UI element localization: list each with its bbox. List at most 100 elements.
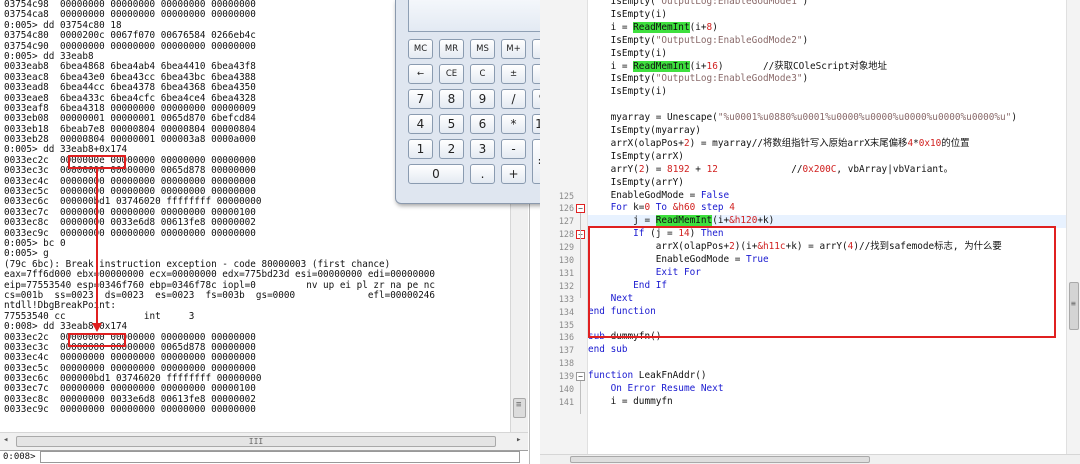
command-input[interactable]	[39, 451, 520, 463]
fold-guide	[580, 239, 581, 285]
fold-toggle-icon[interactable]: −	[576, 372, 585, 382]
line-number	[540, 125, 574, 138]
code-line[interactable]: On Error Resume Next	[588, 383, 1066, 396]
code-line[interactable]: myarray = Unescape("%u0001%u0880%u0001%u…	[588, 112, 1066, 125]
calc-button-1[interactable]: 1	[408, 139, 433, 159]
calculator-display: 0	[408, 0, 561, 32]
calc-button-3[interactable]: 3	[470, 139, 495, 159]
calc-button-ms[interactable]: MS	[470, 39, 495, 59]
scroll-left-icon[interactable]: ◂	[3, 435, 8, 445]
code-line[interactable]: IsEmpty("OutputLog:EnableGodMode1")	[588, 0, 1066, 9]
code-line[interactable]: For k=0 To &h60 step 4	[588, 202, 1066, 215]
command-prompt: 0:008>	[3, 452, 36, 462]
debugger-output-line: 0033ec9c 00000000 00000000 00000000 0000…	[4, 404, 256, 416]
calc-button-mr[interactable]: MR	[439, 39, 464, 59]
calc-button-0[interactable]: 0	[408, 164, 464, 184]
line-number	[540, 164, 574, 177]
line-number	[540, 61, 574, 74]
calc-button-divide[interactable]: /	[501, 89, 526, 109]
calc-button-4[interactable]: 4	[408, 114, 433, 134]
calc-button-plus[interactable]: +	[501, 164, 526, 184]
scrollbar-thumb[interactable]	[570, 456, 870, 463]
calc-button-minus[interactable]: -	[501, 139, 526, 159]
scroll-right-icon[interactable]: ▸	[516, 435, 521, 445]
code-line[interactable]: end sub	[588, 344, 1066, 357]
code-line[interactable]: i = dummyfn	[588, 396, 1066, 409]
line-number	[540, 151, 574, 164]
line-number: 132	[558, 280, 574, 291]
annotation-box-before	[68, 155, 126, 169]
calc-button-5[interactable]: 5	[439, 114, 464, 134]
code-line[interactable]: i = ReadMemInt(i+16) //获取COleScript对象地址	[588, 60, 1066, 74]
calc-button-ce[interactable]: CE	[439, 64, 464, 84]
code-line[interactable]	[588, 99, 1066, 112]
code-line[interactable]: i = ReadMemInt(i+8)	[588, 21, 1066, 35]
line-number: 131	[558, 267, 574, 278]
fold-toggle-icon[interactable]: −	[576, 204, 585, 214]
line-number: 141	[558, 396, 574, 407]
code-line[interactable]: IsEmpty(i)	[588, 86, 1066, 99]
calc-button-9[interactable]: 9	[470, 89, 495, 109]
code-line[interactable]: EnableGodMode = False	[588, 190, 1066, 203]
fold-guide	[580, 381, 581, 414]
line-number: 128	[558, 229, 574, 240]
line-number	[540, 48, 574, 61]
line-number: 126	[558, 203, 574, 214]
editor-vertical-scrollbar[interactable]	[1066, 0, 1080, 454]
debugger-output-line: eax=7ff6d000 ebx=00000000 ecx=00000000 e…	[4, 269, 435, 281]
calc-button-negate[interactable]: ±	[501, 64, 526, 84]
code-line[interactable]: IsEmpty("OutputLog:EnableGodMode3")	[588, 73, 1066, 86]
calc-button-6[interactable]: 6	[470, 114, 495, 134]
line-number: 127	[558, 216, 574, 227]
line-number	[540, 86, 574, 99]
code-line[interactable]: arrY(2) = 8192 + 12 //0x200C, vbArray|vb…	[588, 164, 1066, 177]
line-number: 133	[558, 293, 574, 304]
scrollbar-thumb[interactable]	[513, 398, 526, 418]
annotation-box-for-loop	[588, 226, 1056, 338]
calc-button-backspace[interactable]: ←	[408, 64, 433, 84]
debugger-output-line: 0:005> bc 0	[4, 237, 66, 249]
debugger-output-line: 0:008> dd 33eab8+0x174	[4, 321, 128, 333]
code-line[interactable]: IsEmpty(arrY)	[588, 177, 1066, 190]
debugger-horizontal-scrollbar[interactable]: ◂ III ▸	[0, 432, 528, 450]
debugger-output-line: 0033ec9c 00000000 00000000 00000000 0000…	[4, 227, 256, 239]
line-number-gutter: 125126−127128−12913013113213313413513613…	[540, 0, 588, 454]
line-number: 135	[558, 319, 574, 330]
line-number: 140	[558, 384, 574, 394]
line-number	[540, 112, 574, 125]
code-line[interactable]: arrX(olapPos+2) = myarray//将数组指针写入原始arrX…	[588, 138, 1066, 151]
line-number: 125	[558, 190, 574, 201]
code-line[interactable]: function LeakFnAddr()	[588, 370, 1066, 383]
line-number	[540, 22, 574, 35]
editor-horizontal-scrollbar[interactable]	[540, 454, 1080, 464]
scrollbar-thumb[interactable]: III	[16, 436, 496, 447]
line-number	[540, 0, 574, 9]
calc-button-8[interactable]: 8	[439, 89, 464, 109]
code-line[interactable]: IsEmpty(i)	[588, 48, 1066, 61]
code-line[interactable]: IsEmpty(arrX)	[588, 151, 1066, 164]
code-line[interactable]: IsEmpty(myarray)	[588, 125, 1066, 138]
calc-button-7[interactable]: 7	[408, 89, 433, 109]
line-number	[540, 35, 574, 48]
code-line[interactable]: IsEmpty(i)	[588, 9, 1066, 22]
calc-button-mc[interactable]: MC	[408, 39, 433, 59]
line-number	[540, 138, 574, 151]
line-number: 136	[558, 332, 574, 343]
calc-button-multiply[interactable]: *	[501, 114, 526, 134]
scrollbar-thumb[interactable]	[1069, 282, 1079, 330]
line-number: 137	[558, 345, 574, 356]
calc-button-c[interactable]: C	[470, 64, 495, 84]
calc-button-m+[interactable]: M+	[501, 39, 526, 59]
annotation-arrow-line	[96, 169, 98, 325]
calc-button-2[interactable]: 2	[439, 139, 464, 159]
code-line[interactable]: IsEmpty("OutputLog:EnableGodMode2")	[588, 35, 1066, 48]
line-number: 139	[558, 371, 574, 382]
annotation-arrow-head-icon	[92, 323, 102, 332]
line-number: 129	[558, 242, 574, 253]
line-number	[540, 9, 574, 22]
calc-button-decimal[interactable]: .	[470, 164, 495, 184]
code-line[interactable]	[588, 357, 1066, 370]
line-number: 138	[558, 358, 574, 369]
line-number	[540, 177, 574, 190]
annotation-box-after	[68, 333, 126, 347]
